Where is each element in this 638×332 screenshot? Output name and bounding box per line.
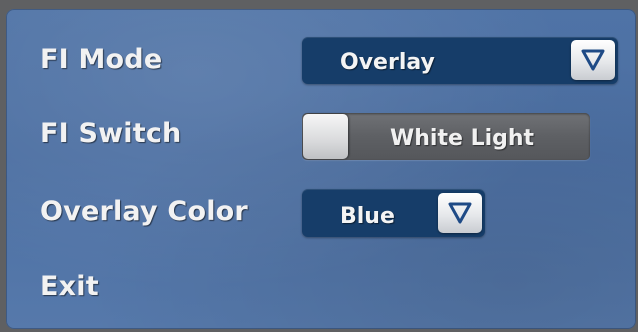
overlay-color-value: Blue [340,204,395,229]
chevron-down-icon [581,49,605,71]
overlay-color-label: Overlay Color [40,196,248,227]
fi-switch-label: FI Switch [40,118,182,149]
screen-frame: FI Mode Overlay FI Switch White Light Ov… [0,0,638,332]
chevron-down-icon [448,202,472,224]
fi-mode-dropdown[interactable]: Overlay [302,37,618,84]
fi-mode-label: FI Mode [40,44,163,75]
fi-switch-value: White Light [390,126,535,151]
overlay-color-dropdown[interactable]: Blue [302,189,485,237]
exit-button[interactable]: Exit [40,271,99,302]
fi-mode-value: Overlay [340,50,435,75]
fi-switch-knob[interactable] [303,114,348,159]
fi-switch-toggle[interactable]: White Light [302,113,590,160]
overlay-color-dropdown-button[interactable] [438,193,482,233]
fi-mode-dropdown-button[interactable] [571,40,615,80]
